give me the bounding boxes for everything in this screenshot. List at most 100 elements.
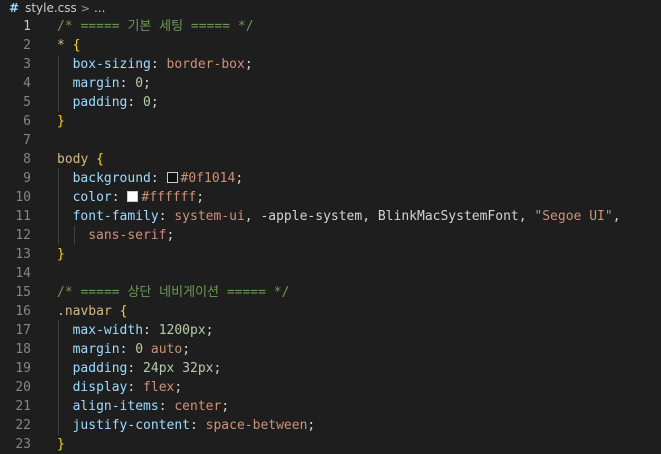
token-punc: ;: [205, 323, 214, 338]
token-punc: ;: [307, 418, 316, 433]
code-text: box-sizing: border-box;: [73, 55, 253, 74]
line-number: 6: [23, 114, 31, 129]
line-number: 23: [15, 437, 31, 452]
line-number: 22: [15, 418, 31, 433]
code-line[interactable]: 3 box-sizing: border-box;: [0, 55, 661, 74]
token-value: #0f1014: [180, 171, 236, 186]
token-punc: :: [119, 76, 136, 91]
code-text: justify-content: space-between;: [73, 416, 316, 435]
token-prop: padding: [72, 361, 128, 376]
line-number: 14: [15, 266, 31, 281]
line-number: 3: [23, 57, 31, 72]
line-number: 2: [23, 38, 31, 53]
code-line[interactable]: 19 padding: 24px 32px;: [0, 359, 661, 378]
code-text: margin: 0 auto;: [73, 340, 190, 359]
breadcrumb: # style.css > ...: [0, 0, 661, 16]
token-punc: :: [111, 190, 128, 205]
token-value: center: [174, 399, 222, 414]
line-number: 11: [15, 209, 31, 224]
code-line[interactable]: 12 sans-serif;: [0, 226, 661, 245]
token-punc: ,: [612, 209, 621, 224]
line-number: 12: [15, 228, 31, 243]
code-line[interactable]: 4 margin: 0;: [0, 74, 661, 93]
indent-guide: [58, 93, 59, 112]
token-punc: [174, 361, 182, 376]
token-prop: background: [72, 171, 151, 186]
line-number: 19: [15, 361, 31, 376]
token-punc: ;: [143, 76, 151, 91]
code-line[interactable]: 21 align-items: center;: [0, 397, 661, 416]
line-number: 9: [23, 171, 31, 186]
code-line[interactable]: 6}: [0, 112, 661, 131]
code-line[interactable]: 20 display: flex;: [0, 378, 661, 397]
code-text: * {: [57, 36, 80, 55]
indent-guide: [58, 74, 59, 93]
code-text: /* ===== 기본 세팅 ===== */: [57, 17, 254, 36]
code-text: color: #ffffff;: [73, 188, 204, 207]
indent-guide: [58, 359, 59, 378]
token-punc: ,: [362, 209, 378, 224]
token-prop: margin: [72, 342, 120, 357]
breadcrumb-file[interactable]: style.css: [25, 1, 77, 15]
token-comment: /* ===== 기본 세팅 ===== */: [57, 19, 254, 34]
code-line[interactable]: 9 background: #0f1014;: [0, 169, 661, 188]
token-brace: {: [119, 304, 128, 319]
code-line[interactable]: 2 * {: [0, 36, 661, 55]
code-line[interactable]: 22 justify-content: space-between;: [0, 416, 661, 435]
code-line[interactable]: 23}: [0, 435, 661, 454]
color-swatch-icon[interactable]: [127, 191, 139, 202]
token-punc: :: [119, 342, 136, 357]
line-number: 18: [15, 342, 31, 357]
token-value: border-box: [166, 57, 245, 72]
token-punc: :: [127, 95, 144, 110]
token-punc: ;: [174, 380, 183, 395]
token-punc: :: [143, 323, 159, 338]
code-text: sans-serif;: [88, 226, 174, 245]
code-line[interactable]: 7: [0, 131, 661, 150]
token-punc: ;: [150, 95, 159, 110]
token-prop: font-family: [72, 209, 159, 224]
token-num: 0: [135, 76, 144, 91]
code-line[interactable]: 8 body {: [0, 150, 661, 169]
code-line[interactable]: 1 /* ===== 기본 세팅 ===== */: [0, 17, 661, 36]
code-text: }: [57, 112, 65, 131]
token-punc: ;: [182, 342, 191, 357]
token-punc: :: [158, 209, 175, 224]
code-line[interactable]: 18 margin: 0 auto;: [0, 340, 661, 359]
css-file-icon: #: [9, 1, 20, 15]
indent-guide: [58, 378, 59, 397]
code-line[interactable]: 10 color: #ffffff;: [0, 188, 661, 207]
line-number: 4: [23, 76, 31, 91]
breadcrumb-symbol[interactable]: ...: [94, 1, 105, 15]
token-punc: :: [190, 418, 206, 433]
line-number: 21: [15, 399, 31, 414]
indent-guide: [58, 416, 59, 435]
line-number: 17: [15, 323, 31, 338]
code-line[interactable]: 5 padding: 0;: [0, 93, 661, 112]
code-line[interactable]: 13}: [0, 245, 661, 264]
token-value: system-ui: [174, 209, 245, 224]
token-comment: /* ===== 상단 네비게이션 ===== */: [57, 285, 290, 300]
token-punc: ;: [235, 171, 244, 186]
token-selector: body: [57, 152, 97, 167]
token-num: 24px: [143, 361, 175, 376]
line-number: 15: [15, 285, 31, 300]
token-prop: justify-content: [72, 418, 190, 433]
code-line[interactable]: 14: [0, 264, 661, 283]
code-line[interactable]: 17 max-width: 1200px;: [0, 321, 661, 340]
code-line[interactable]: 11 font-family: system-ui, -apple-system,…: [0, 207, 661, 226]
code-text: margin: 0;: [73, 74, 151, 93]
code-line[interactable]: 15 /* ===== 상단 네비게이션 ===== */: [0, 283, 661, 302]
line-number: 16: [15, 304, 31, 319]
indent-guide: [58, 207, 59, 226]
code-editor[interactable]: 1/* ===== 기본 세팅 ===== */2 * {3 box-sizing:…: [0, 17, 661, 454]
indent-guide: [73, 226, 75, 245]
color-swatch-icon[interactable]: [166, 172, 178, 183]
code-text: padding: 24px 32px;: [73, 359, 222, 378]
token-string: "Segoe UI": [534, 209, 613, 224]
token-selector: *: [57, 38, 73, 53]
code-text: align-items: center;: [73, 397, 230, 416]
code-line[interactable]: 16 .navbar {: [0, 302, 661, 321]
line-number: 8: [23, 152, 31, 167]
line-number: 13: [15, 247, 31, 262]
